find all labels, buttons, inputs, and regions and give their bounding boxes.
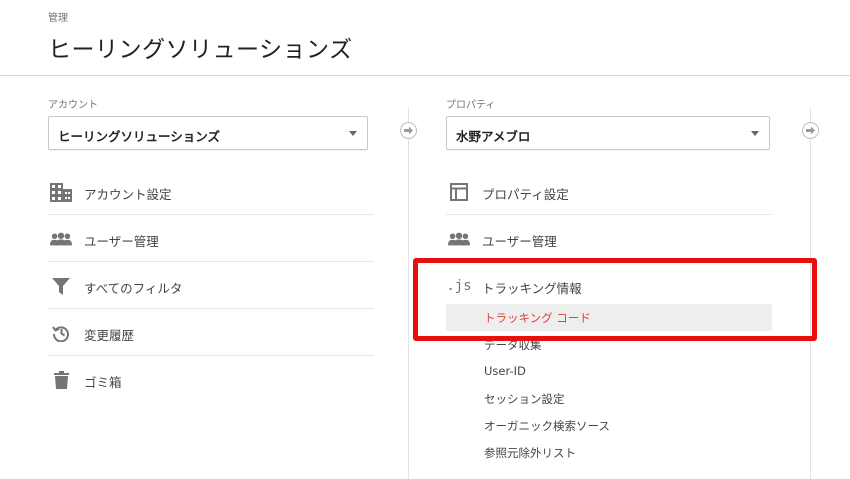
- arrow-right-icon[interactable]: [802, 122, 819, 139]
- organic-search-sources-item[interactable]: オーガニック検索ソース: [446, 412, 772, 439]
- session-settings-label: セッション設定: [484, 392, 565, 406]
- account-user-management-label: ユーザー管理: [84, 234, 159, 249]
- account-menu: アカウント設定 ユーザー管理 すべてのフィルタ 変更履歴 ゴミ箱: [48, 168, 374, 403]
- window-icon: [448, 182, 470, 202]
- trash-item[interactable]: ゴミ箱: [48, 356, 374, 403]
- account-column-label: アカウント: [48, 100, 98, 111]
- header: 管理 ヒーリングソリューションズ: [0, 0, 850, 76]
- users-icon: [448, 229, 470, 249]
- breadcrumb[interactable]: 管理: [48, 9, 68, 24]
- chevron-down-icon: [349, 131, 357, 136]
- account-settings-item[interactable]: アカウント設定: [48, 168, 374, 215]
- property-user-management-item[interactable]: ユーザー管理: [446, 215, 772, 262]
- user-id-label: User-ID: [484, 364, 526, 378]
- user-id-item[interactable]: User-ID: [446, 358, 772, 385]
- account-user-management-item[interactable]: ユーザー管理: [48, 215, 374, 262]
- column-divider: [408, 108, 409, 479]
- account-selector-value: ヒーリングソリューションズ: [58, 129, 221, 144]
- property-selector[interactable]: 水野アメブロ: [446, 116, 770, 150]
- property-settings-label: プロパティ設定: [482, 187, 569, 202]
- trash-label: ゴミ箱: [84, 375, 122, 390]
- account-settings-label: アカウント設定: [84, 187, 172, 202]
- change-history-item[interactable]: 変更履歴: [48, 309, 374, 356]
- filter-icon: [50, 276, 72, 296]
- organic-search-sources-label: オーガニック検索ソース: [484, 419, 610, 433]
- chevron-down-icon: [751, 131, 759, 136]
- users-icon: [50, 229, 72, 249]
- building-icon: [50, 182, 72, 202]
- page-title: ヒーリングソリューションズ: [48, 37, 353, 63]
- history-icon: [50, 323, 72, 343]
- property-selector-value: 水野アメブロ: [456, 129, 531, 144]
- arrow-right-icon[interactable]: [400, 122, 417, 139]
- change-history-label: 変更履歴: [84, 328, 135, 343]
- referral-exclusion-list-label: 参照元除外リスト: [484, 446, 576, 460]
- property-user-management-label: ユーザー管理: [482, 234, 557, 249]
- all-filters-item[interactable]: すべてのフィルタ: [48, 262, 374, 309]
- trash-icon: [50, 370, 72, 390]
- property-column-label: プロパティ: [446, 100, 496, 111]
- referral-exclusion-list-item[interactable]: 参照元除外リスト: [446, 439, 772, 466]
- session-settings-item[interactable]: セッション設定: [446, 385, 772, 412]
- account-selector[interactable]: ヒーリングソリューションズ: [48, 116, 368, 150]
- highlight-box: [413, 258, 817, 341]
- all-filters-label: すべてのフィルタ: [84, 281, 183, 296]
- property-settings-item[interactable]: プロパティ設定: [446, 168, 772, 215]
